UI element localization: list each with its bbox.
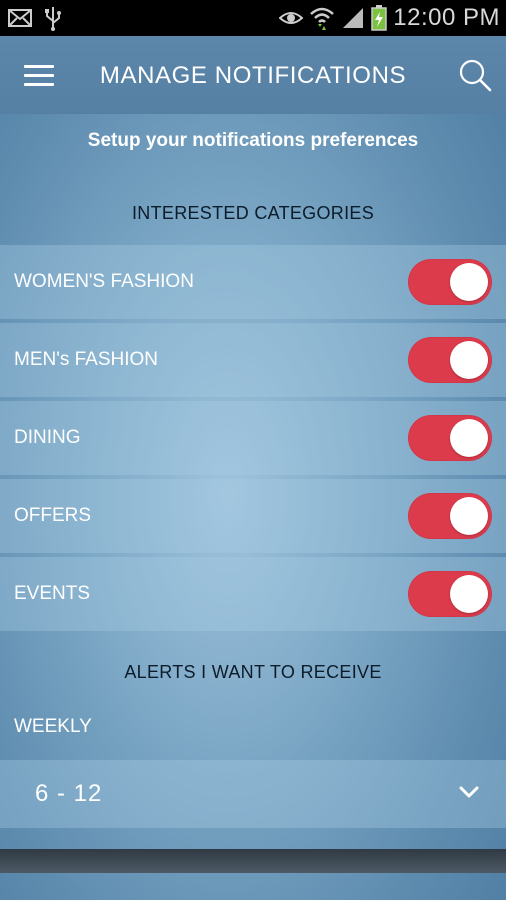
settings-subtitle: Setup your notifications preferences — [87, 130, 419, 151]
toggle-knob — [450, 263, 488, 301]
alerts-count-dropdown[interactable]: 6 - 12 — [0, 760, 506, 828]
eye-icon — [279, 12, 304, 24]
app-bar: MANAGE NOTIFICATIONS — [0, 36, 506, 114]
bottom-divider — [0, 849, 506, 873]
categories-section-title: INTERESTED CATEGORIES — [132, 203, 374, 223]
mens-fashion-toggle[interactable] — [408, 337, 492, 383]
womens-fashion-toggle[interactable] — [408, 259, 492, 305]
dropdown-selected-value: 6 - 12 — [35, 780, 103, 807]
category-row-events: EVENTS — [0, 557, 506, 631]
status-time: 12:00 PM — [393, 4, 500, 31]
alerts-section-title: ALERTS I WANT TO RECEIVE — [124, 662, 382, 682]
battery-charging-icon — [371, 5, 388, 31]
chevron-down-icon — [459, 786, 479, 798]
category-label: WOMEN'S FASHION — [14, 271, 194, 292]
page-title: MANAGE NOTIFICATIONS — [99, 62, 407, 89]
frequency-label: WEEKLY — [14, 716, 92, 737]
category-row-offers: OFFERS — [0, 479, 506, 553]
status-bar: 12:00 PM — [0, 0, 506, 36]
events-toggle[interactable] — [408, 571, 492, 617]
search-icon[interactable] — [458, 58, 492, 92]
category-label: MEN's FASHION — [14, 349, 159, 370]
category-row-womens-fashion: WOMEN'S FASHION — [0, 245, 506, 319]
mail-icon — [8, 9, 32, 27]
category-row-dining: DINING — [0, 401, 506, 475]
category-label: EVENTS — [14, 583, 91, 604]
category-row-mens-fashion: MEN's FASHION — [0, 323, 506, 397]
category-label: DINING — [14, 427, 81, 448]
wifi-icon — [310, 7, 335, 30]
toggle-knob — [450, 575, 488, 613]
signal-icon — [343, 8, 364, 28]
category-label: OFFERS — [14, 505, 92, 526]
offers-toggle[interactable] — [408, 493, 492, 539]
category-list: WOMEN'S FASHION MEN's FASHION DINING OFF… — [0, 245, 506, 635]
toggle-knob — [450, 341, 488, 379]
toggle-knob — [450, 419, 488, 457]
dining-toggle[interactable] — [408, 415, 492, 461]
usb-icon — [45, 7, 61, 31]
toggle-knob — [450, 497, 488, 535]
